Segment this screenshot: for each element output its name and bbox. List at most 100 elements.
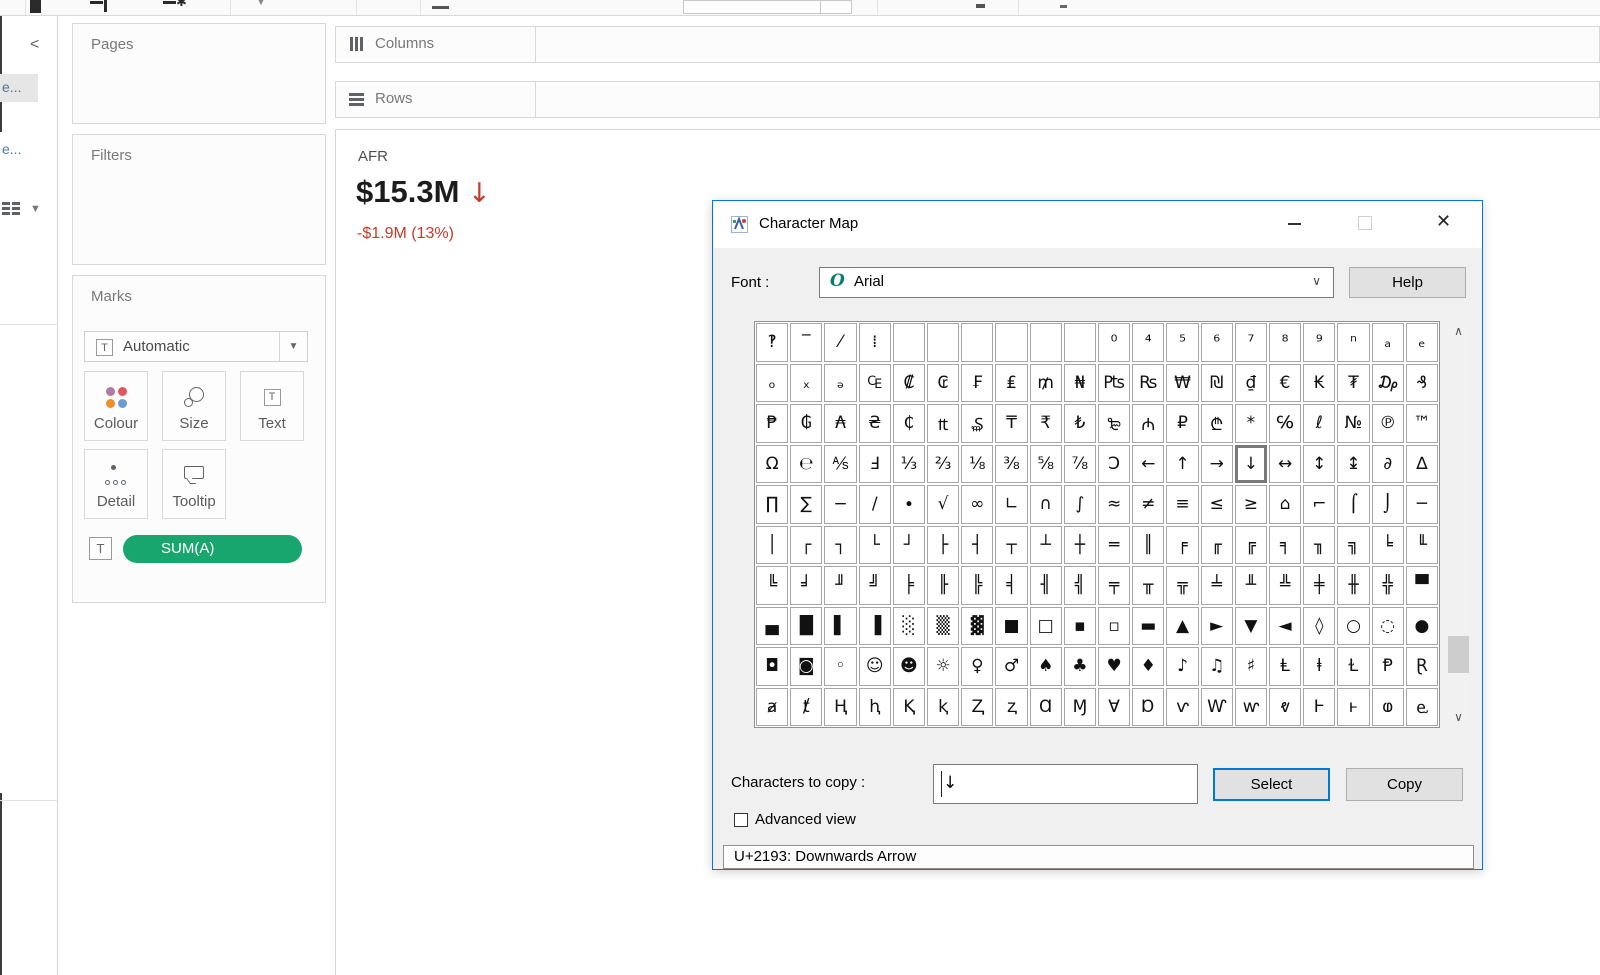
chevron-down-icon[interactable]: ∨ (1312, 274, 1321, 288)
char-cell[interactable]: ₪ (1201, 364, 1233, 403)
char-cell[interactable]: ╧ (1201, 566, 1233, 605)
char-cell[interactable] (961, 323, 993, 362)
char-cell[interactable]: ₣ (961, 364, 993, 403)
char-cell[interactable]: ╟ (927, 566, 959, 605)
char-cell[interactable]: ⁰ (1098, 323, 1130, 362)
char-cell[interactable]: ║ (1132, 526, 1164, 565)
char-cell[interactable]: ┘ (893, 526, 925, 565)
select-button[interactable]: Select (1213, 768, 1330, 801)
char-cell[interactable]: ⌠ (1337, 485, 1369, 524)
char-cell[interactable]: Ⱶ (1303, 688, 1335, 727)
char-cell[interactable]: ⱷ (1372, 688, 1404, 727)
char-cell[interactable]: ₢ (927, 364, 959, 403)
char-cell[interactable]: ₵ (893, 404, 925, 443)
rows-shelf[interactable]: Rows (335, 81, 1600, 118)
char-cell[interactable]: └ (859, 526, 891, 565)
colour-button[interactable]: Colour (84, 371, 148, 441)
char-cell[interactable]: ♥ (1098, 647, 1130, 686)
char-cell[interactable]: ⱨ (859, 688, 891, 727)
char-cell[interactable]: Ⱡ (1269, 647, 1301, 686)
char-cell[interactable]: ⅝ (1030, 445, 1062, 484)
char-cell[interactable]: ▓ (961, 607, 993, 646)
char-cell[interactable]: ‾ (790, 323, 822, 362)
char-cell[interactable]: ♦ (1132, 647, 1164, 686)
char-cell[interactable]: ₭ (1303, 364, 1335, 403)
char-cell[interactable]: ┴ (1030, 526, 1062, 565)
char-cell[interactable]: ₦ (1064, 364, 1096, 403)
scrollbar-thumb[interactable] (1448, 636, 1469, 673)
char-cell[interactable]: ─ (1406, 485, 1438, 524)
char-cell[interactable]: √ (927, 485, 959, 524)
char-cell[interactable]: ₒ (756, 364, 788, 403)
char-cell[interactable]: ⁹ (1303, 323, 1335, 362)
char-cell[interactable]: ◄ (1269, 607, 1301, 646)
char-cell[interactable]: ╥ (1132, 566, 1164, 605)
char-cell[interactable]: ⱶ (1337, 688, 1369, 727)
char-cell[interactable]: ╒ (1166, 526, 1198, 565)
char-cell[interactable]: ▪ (1064, 607, 1096, 646)
char-cell[interactable]: ⱦ (790, 688, 822, 727)
char-cell[interactable]: ╤ (1098, 566, 1130, 605)
char-cell[interactable]: ┬ (995, 526, 1027, 565)
char-cell[interactable]: № (1337, 404, 1369, 443)
char-cell[interactable]: ≠ (1132, 485, 1164, 524)
char-cell[interactable]: ○ (1337, 607, 1369, 646)
char-cell[interactable] (927, 323, 959, 362)
char-cell[interactable]: ↕ (1303, 445, 1335, 484)
char-cell[interactable]: ₮ (1337, 364, 1369, 403)
char-cell[interactable]: ◦ (824, 647, 856, 686)
char-cell[interactable]: ╜ (824, 566, 856, 605)
char-cell[interactable]: ♂ (995, 647, 1027, 686)
char-cell[interactable]: ◘ (756, 647, 788, 686)
char-cell[interactable]: ₯ (1372, 364, 1404, 403)
char-cell[interactable]: ┌ (790, 526, 822, 565)
char-cell[interactable]: ╔ (1235, 526, 1267, 565)
char-cell[interactable]: ∑ (790, 485, 822, 524)
char-cell[interactable]: Ɫ (1337, 647, 1369, 686)
help-button[interactable]: Help (1349, 267, 1466, 298)
char-cell[interactable]: ↔ (1269, 445, 1301, 484)
char-cell[interactable]: ⁵ (1166, 323, 1198, 362)
char-cell[interactable]: ₳ (824, 404, 856, 443)
char-cell[interactable]: ► (1201, 607, 1233, 646)
char-cell[interactable]: ╕ (1269, 526, 1301, 565)
char-cell[interactable]: █ (790, 607, 822, 646)
char-cell[interactable]: ⁿ (1337, 323, 1369, 362)
char-cell[interactable]: ⅞ (1064, 445, 1096, 484)
char-cell[interactable]: Ɱ (1064, 688, 1096, 727)
grid-scrollbar[interactable]: ∧ ∨ (1447, 322, 1470, 727)
char-cell[interactable]: Ⱪ (893, 688, 925, 727)
char-cell[interactable]: ₺ (1064, 404, 1096, 443)
char-cell[interactable]: ⁄ (824, 323, 856, 362)
text-button[interactable]: T Text (240, 371, 304, 441)
char-cell[interactable]: ≥ (1235, 485, 1267, 524)
char-cell[interactable]: ₧ (1098, 364, 1130, 403)
char-cell[interactable]: ├ (927, 526, 959, 565)
char-cell[interactable]: ═ (1098, 526, 1130, 565)
char-cell[interactable]: ₽ (1166, 404, 1198, 443)
char-cell[interactable]: ₔ (824, 364, 856, 403)
mark-type-dropdown[interactable]: T Automatic ▼ (84, 331, 308, 362)
pages-shelf[interactable]: Pages (72, 23, 326, 124)
char-cell[interactable]: ◊ (1303, 607, 1335, 646)
char-cell[interactable]: ∫ (1064, 485, 1096, 524)
char-cell[interactable]: ℓ (1303, 404, 1335, 443)
char-cell[interactable]: ∆ (1406, 445, 1438, 484)
char-cell[interactable]: ╣ (1064, 566, 1096, 605)
detail-button[interactable]: Detail (84, 449, 148, 519)
char-cell[interactable]: € (1269, 364, 1301, 403)
char-cell[interactable]: ⱴ (1269, 688, 1301, 727)
filters-shelf[interactable]: Filters (72, 134, 326, 265)
char-cell[interactable]: ☻ (893, 647, 925, 686)
char-cell[interactable]: ■ (995, 607, 1027, 646)
char-cell[interactable]: ⁸ (1269, 323, 1301, 362)
char-cell[interactable]: ₸ (995, 404, 1027, 443)
char-cell[interactable]: ♀ (961, 647, 993, 686)
measure-pill-sum-a[interactable]: SUM(A) (123, 535, 302, 563)
char-cell[interactable]: ₱ (756, 404, 788, 443)
char-cell[interactable]: ™ (1406, 404, 1438, 443)
char-cell[interactable]: ₑ (1406, 323, 1438, 362)
char-cell[interactable]: ₫ (1235, 364, 1267, 403)
char-cell[interactable]: ⅍ (824, 445, 856, 484)
char-cell[interactable]: ₼ (1132, 404, 1164, 443)
